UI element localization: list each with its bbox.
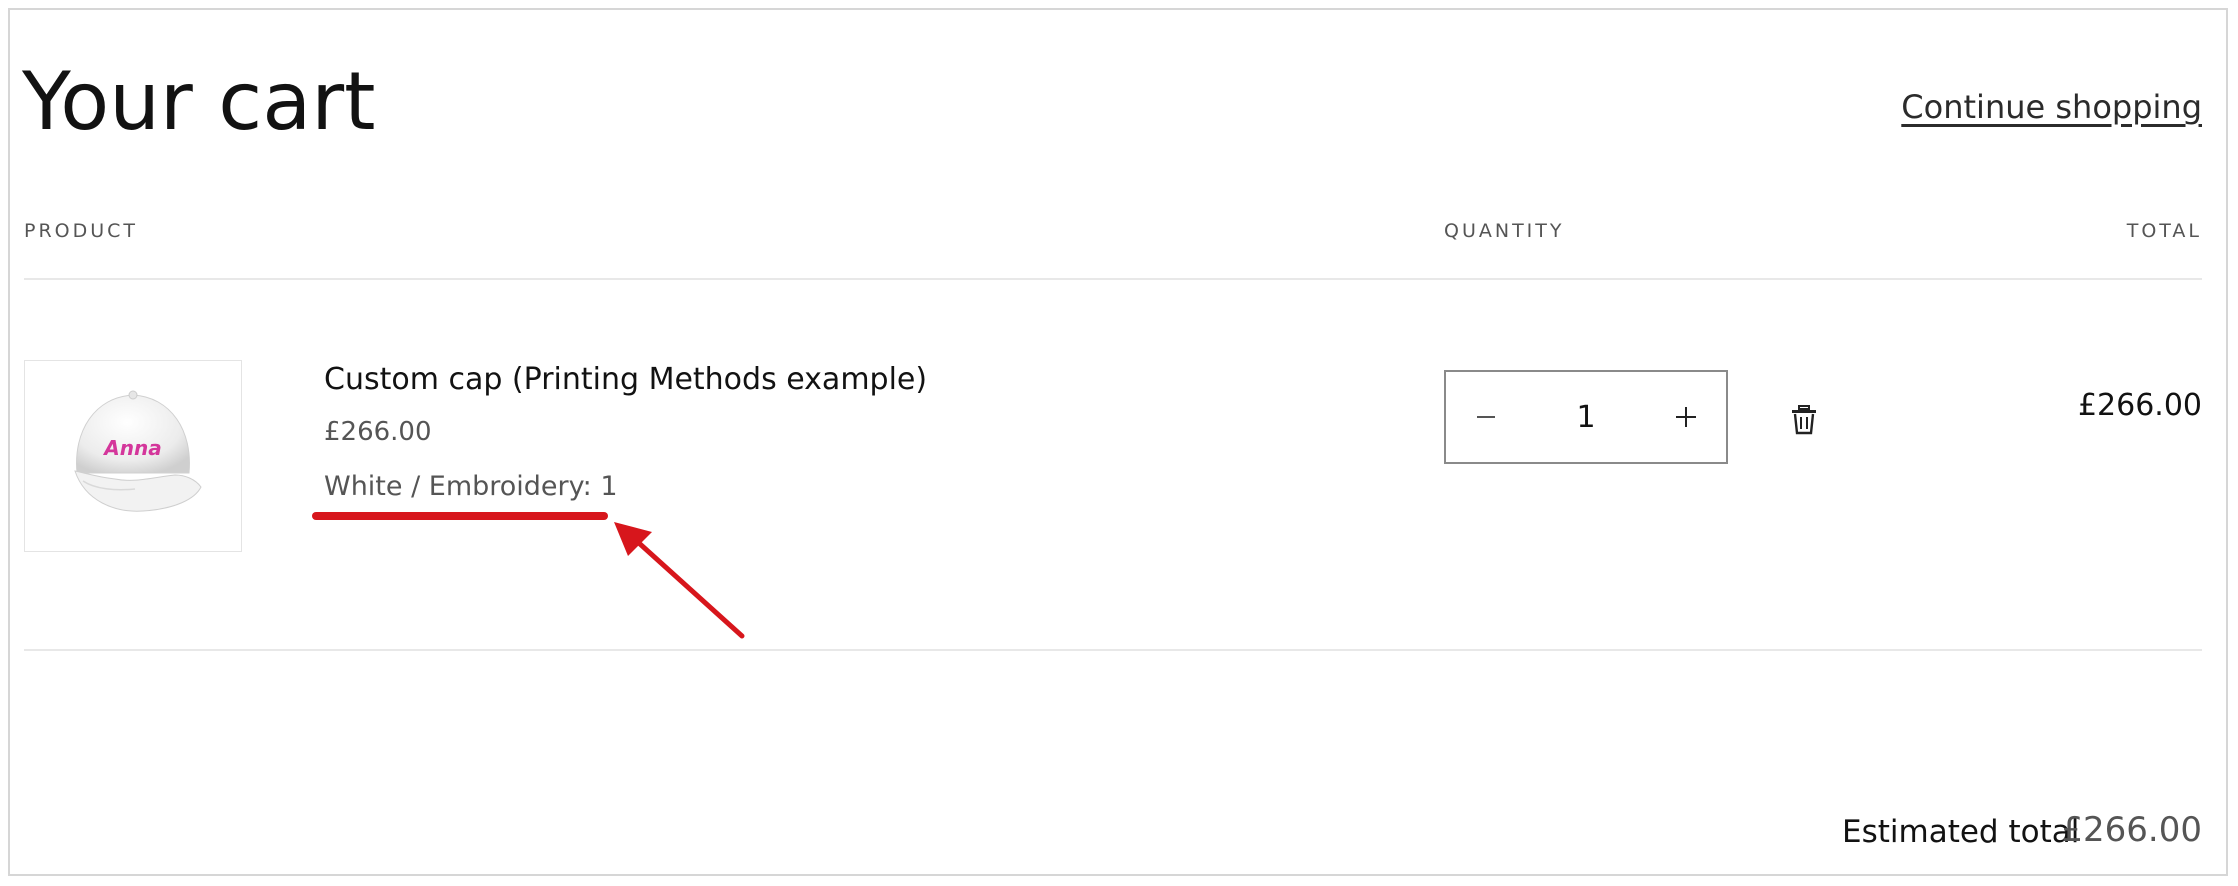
product-name-link[interactable]: Custom cap (Printing Methods example)	[324, 362, 927, 397]
cap-embroidery-text: Anna	[102, 436, 161, 460]
product-unit-price: £266.00	[324, 417, 432, 447]
line-item-total: £266.00	[2077, 388, 2202, 423]
plus-icon	[1676, 407, 1696, 427]
header-divider	[24, 278, 2202, 280]
increase-quantity-button[interactable]	[1646, 372, 1726, 462]
column-header-total: TOTAL	[2126, 220, 2202, 242]
cart-page: Your cart Continue shopping PRODUCT QUAN…	[8, 8, 2228, 876]
item-divider	[24, 649, 2202, 651]
quantity-input[interactable]: 1	[1526, 372, 1646, 462]
product-image[interactable]: Anna	[24, 360, 242, 552]
product-variant: White / Embroidery: 1	[324, 471, 618, 502]
estimated-total-value: £266.00	[2061, 810, 2202, 850]
cap-image: Anna	[74, 390, 202, 512]
estimated-total-label: Estimated total	[1842, 814, 2080, 850]
continue-shopping-link[interactable]: Continue shopping	[1901, 88, 2202, 126]
column-header-quantity: QUANTITY	[1444, 220, 1565, 242]
column-header-product: PRODUCT	[24, 220, 139, 242]
decrease-quantity-button[interactable]	[1446, 372, 1526, 462]
trash-icon	[1792, 405, 1816, 435]
minus-icon	[1477, 416, 1495, 418]
page-title: Your cart	[22, 55, 376, 148]
remove-item-button[interactable]	[1790, 405, 1818, 435]
quantity-stepper: 1	[1444, 370, 1728, 464]
